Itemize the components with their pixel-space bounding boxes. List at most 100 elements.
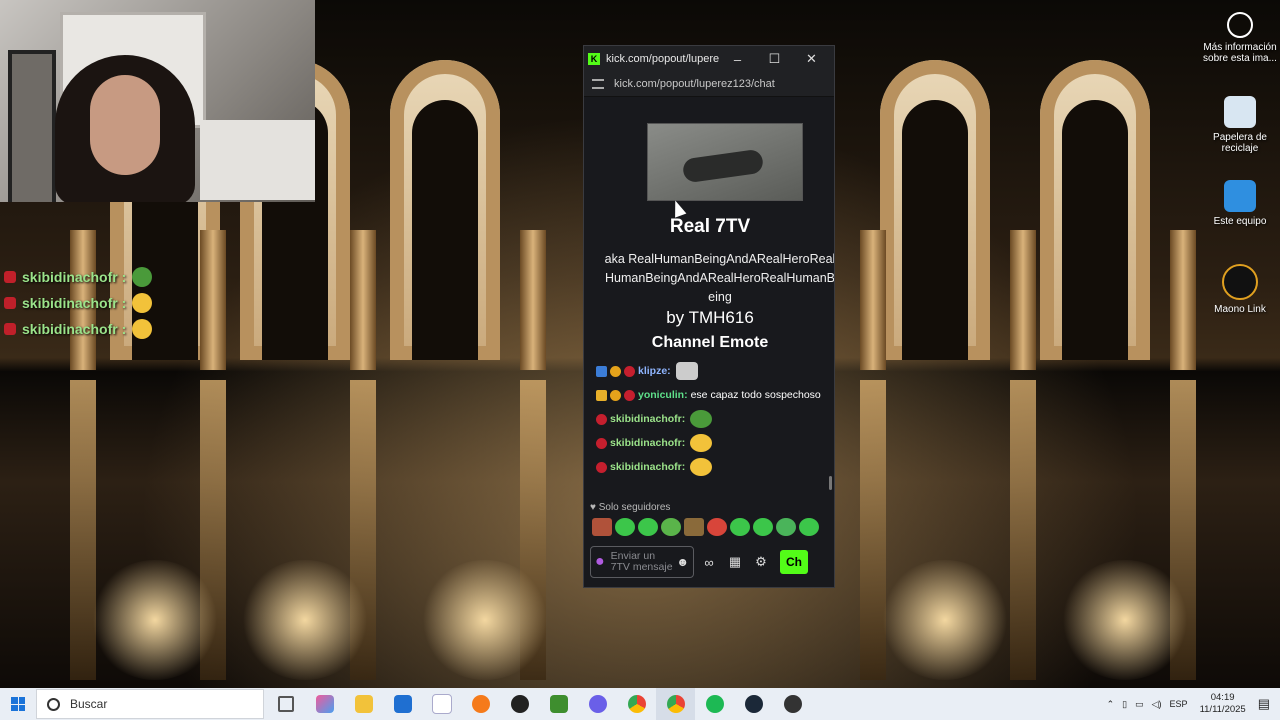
emote-icon[interactable] (615, 518, 635, 536)
window-titlebar[interactable]: K kick.com/popout/luperez1... – ☐ ✕ (584, 46, 834, 72)
chat-username[interactable]: skibidinachofr: (610, 459, 685, 475)
steam-icon (744, 695, 763, 713)
start-button[interactable] (0, 688, 36, 720)
overlay-message: skibidinachofr : (4, 290, 153, 316)
desktop-icon-label: Maono Link (1214, 304, 1266, 315)
emote-icon[interactable] (661, 518, 681, 536)
discord-icon (588, 695, 607, 713)
chevron-up-icon[interactable]: ⌃ (1107, 699, 1115, 710)
task-view-icon (277, 696, 294, 712)
maximize-icon[interactable]: ☐ (756, 51, 793, 67)
light-reflection (880, 560, 1010, 680)
store-icon[interactable]: ▦ (724, 554, 746, 570)
window-title: kick.com/popout/luperez1... (606, 53, 719, 65)
extensions-icon[interactable]: ∞ (698, 555, 720, 570)
language-indicator[interactable]: ESP (1170, 699, 1188, 709)
stream-chat-overlay: skibidinachofr : skibidinachofr : skibid… (4, 264, 153, 342)
volume-icon[interactable]: ◁) (1152, 699, 1162, 710)
microphone-icon[interactable]: ● (595, 553, 605, 571)
emote-author: by TMH616 (666, 308, 754, 327)
chat-input-placeholder: Enviar un 7TV mensaje (610, 550, 673, 573)
chat-text: ese capaz todo sospechoso (690, 389, 821, 401)
emote-icon[interactable] (799, 518, 819, 536)
column (520, 230, 546, 370)
emote-icon[interactable] (753, 518, 773, 536)
notification-icon[interactable]: ▤ (1258, 696, 1270, 712)
taskbar-app-other[interactable] (773, 688, 812, 720)
taskbar-app-explorer[interactable] (344, 688, 383, 720)
emote-icon[interactable] (707, 518, 727, 536)
gift-badge-icon (596, 437, 607, 449)
taskbar-app-minecraft[interactable] (539, 688, 578, 720)
chat-input[interactable]: ● Enviar un 7TV mensaje ☻ (590, 546, 694, 578)
taskbar-search[interactable]: Buscar (36, 689, 264, 719)
chat-username[interactable]: klipze: (638, 363, 671, 379)
taskbar-app-discord[interactable] (578, 688, 617, 720)
taskbar-app-store[interactable] (383, 688, 422, 720)
emoji-emote-icon[interactable] (690, 434, 713, 452)
desktop-icon-this-pc[interactable]: Este equipo (1200, 180, 1280, 260)
emote-icon[interactable] (730, 518, 750, 536)
emoji-picker-icon[interactable]: ☻ (676, 555, 689, 569)
chat-popup-window: K kick.com/popout/luperez1... – ☐ ✕ kick… (583, 45, 835, 588)
overlay-message: skibidinachofr : (4, 264, 153, 290)
store-icon (393, 695, 412, 713)
copilot-icon (315, 695, 334, 713)
tray-app-icon[interactable]: ▯ (1122, 699, 1127, 710)
taskbar-app-obs[interactable] (500, 688, 539, 720)
clock-date: 11/11/2025 (1199, 704, 1246, 715)
send-chat-button[interactable]: Ch (780, 550, 808, 574)
taskbar-app-copilot[interactable] (305, 688, 344, 720)
desktop-icon-maono[interactable]: Maono Link (1200, 264, 1280, 344)
mosque-arch (1040, 60, 1150, 360)
emote-icon[interactable] (675, 362, 698, 380)
emote-icon[interactable] (638, 518, 658, 536)
folder-icon (354, 695, 373, 713)
chat-username[interactable]: skibidinachofr: (610, 435, 685, 451)
taskbar-app-orange[interactable] (461, 688, 500, 720)
overlay-username: skibidinachofr : (22, 295, 127, 311)
taskbar-app-chrome[interactable] (617, 688, 656, 720)
taskbar-app-chrome-active[interactable] (656, 688, 695, 720)
badge-icon (4, 297, 16, 309)
site-settings-icon[interactable] (592, 79, 604, 89)
emote-type: Channel Emote (651, 334, 769, 351)
column (1170, 230, 1196, 370)
emote-icon[interactable] (776, 518, 796, 536)
overlay-username: skibidinachofr : (22, 321, 127, 337)
emote-icon[interactable] (592, 518, 612, 536)
scrollbar[interactable] (829, 476, 832, 490)
clock[interactable]: 04:19 11/11/2025 (1200, 692, 1246, 716)
reflection (1010, 380, 1036, 680)
emoji-emote-icon[interactable] (690, 458, 713, 476)
task-view-button[interactable] (266, 688, 305, 720)
sub-badge-icon (610, 365, 621, 377)
pepe-emote-icon[interactable] (690, 410, 713, 428)
badge-icon (4, 271, 16, 283)
column (860, 230, 886, 370)
taskbar-app-word[interactable] (422, 688, 461, 720)
spotify-icon (705, 695, 724, 713)
emote-icon[interactable] (684, 518, 704, 536)
desktop-icon-recycle-bin[interactable]: Papelera de reciclaje (1200, 96, 1280, 176)
network-icon[interactable]: ▭ (1135, 699, 1144, 710)
chat-username[interactable]: skibidinachofr: (610, 411, 685, 427)
taskbar: Buscar ⌃ ▯ ▭ ◁) ESP 04:19 11/11/2025 ▤ (0, 688, 1280, 720)
gear-icon[interactable]: ⚙ (750, 554, 772, 570)
minimize-icon[interactable]: – (719, 52, 756, 67)
desktop-icon-label: Más información sobre esta ima... (1203, 42, 1277, 64)
close-icon[interactable]: ✕ (793, 51, 830, 67)
taskbar-app-spotify[interactable] (695, 688, 734, 720)
desktop-icon-label: Este equipo (1213, 216, 1267, 227)
app-icon (471, 695, 490, 713)
chat-username[interactable]: yoniculin: (638, 387, 688, 403)
light-reflection (420, 560, 550, 680)
chat-message: skibidinachofr: (584, 407, 834, 431)
obs-icon (510, 695, 529, 713)
chat-message: klipze: (584, 359, 834, 383)
taskbar-app-steam[interactable] (734, 688, 773, 720)
address-bar[interactable]: kick.com/popout/luperez123/chat (584, 72, 834, 97)
desktop-icon-label: Papelera de reciclaje (1213, 132, 1267, 154)
emoji-emote-icon (132, 293, 153, 313)
desktop-icon-info[interactable]: Más información sobre esta ima... (1200, 12, 1280, 92)
